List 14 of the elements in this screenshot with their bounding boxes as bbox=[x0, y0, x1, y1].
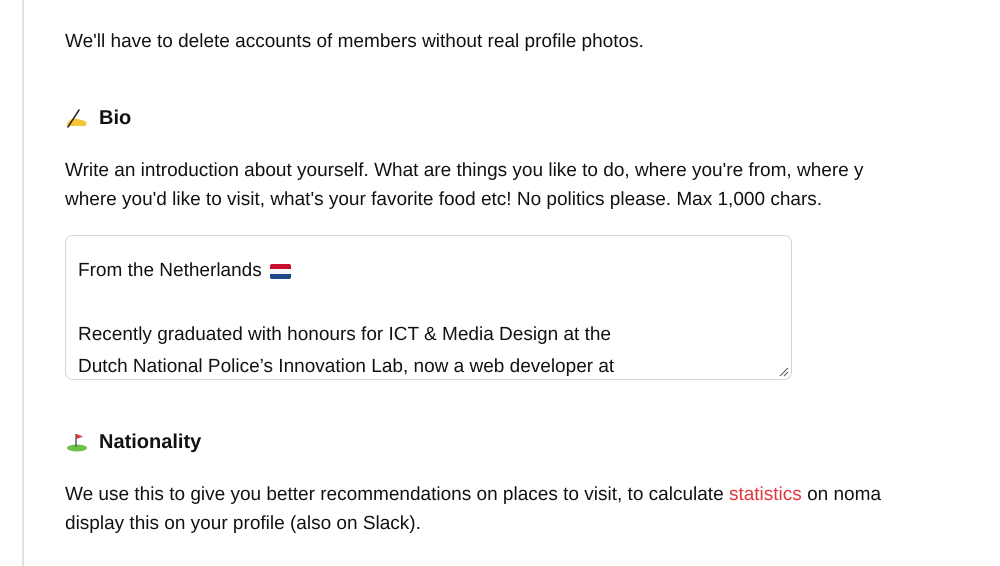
bio-text-line: From the Netherlands bbox=[78, 259, 262, 283]
section-description: Write an introduction about yourself. What are things you like to do, where you're from, where y where you'd like to visit, what's your favorite food etc! No politics please. Max 1,000 chars. bbox=[65, 159, 865, 212]
writing-hand-icon bbox=[65, 108, 89, 128]
resize-handle-icon[interactable] bbox=[779, 367, 789, 377]
section-description: We use this to give you better recommendations on places to visit, to calculate statistics on noma display this on your profile (also on Slack). bbox=[65, 483, 882, 536]
section-title: Bio bbox=[99, 106, 132, 130]
intro-text: We'll have to delete accounts of members without real profile photos. bbox=[65, 30, 645, 54]
statistics-link[interactable]: statistics bbox=[728, 484, 802, 505]
flag-icon bbox=[270, 264, 291, 278]
bio-text-line: Dutch National Police’s Innovation Lab, now a web developer at bbox=[78, 355, 614, 379]
bio-text-line: Recently graduated with honours for ICT & Media Design at the bbox=[78, 323, 611, 347]
bio-field[interactable]: From the Netherlands Recently graduated with honours for ICT & Media Design at the Dutch National Police’s Innovation Lab, now a web developer at bbox=[65, 235, 792, 380]
section-title: Nationality bbox=[99, 430, 202, 454]
golf-flag-icon bbox=[65, 432, 89, 452]
